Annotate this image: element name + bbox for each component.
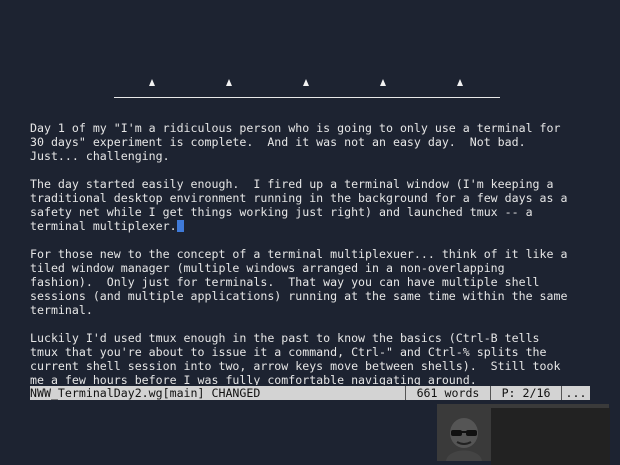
status-bar: NWW_TerminalDay2.wg[main] CHANGED 661 wo… xyxy=(30,386,590,400)
tab-stop-icon[interactable] xyxy=(226,79,232,86)
paragraph: Luckily I'd used tmux enough in the past… xyxy=(30,331,561,385)
ruler-line xyxy=(114,97,500,98)
paragraph: For those new to the concept of a termin… xyxy=(30,247,568,317)
tab-stop-icon[interactable] xyxy=(303,79,309,86)
tab-stop-icon[interactable] xyxy=(457,79,463,86)
status-page-indicator: P: 2/16 xyxy=(501,386,551,400)
paragraph-text: The day started easily enough. I fired u… xyxy=(30,177,568,233)
text-cursor xyxy=(176,220,184,232)
tab-stop-icon[interactable] xyxy=(149,79,155,86)
paragraph: The day started easily enough. I fired u… xyxy=(30,177,590,233)
status-more[interactable]: ... xyxy=(562,386,590,400)
status-word-count: 661 words xyxy=(416,386,480,400)
paragraph: Day 1 of my "I'm a ridiculous person who… xyxy=(30,121,561,163)
status-filename: NWW_TerminalDay2.wg[main] CHANGED xyxy=(30,386,261,400)
webcam-overlay-panel xyxy=(491,408,610,465)
tab-stop-icon[interactable] xyxy=(380,79,386,86)
document-text-area[interactable]: Day 1 of my "I'm a ridiculous person who… xyxy=(30,121,590,385)
sunglasses-avatar-icon xyxy=(446,418,482,461)
